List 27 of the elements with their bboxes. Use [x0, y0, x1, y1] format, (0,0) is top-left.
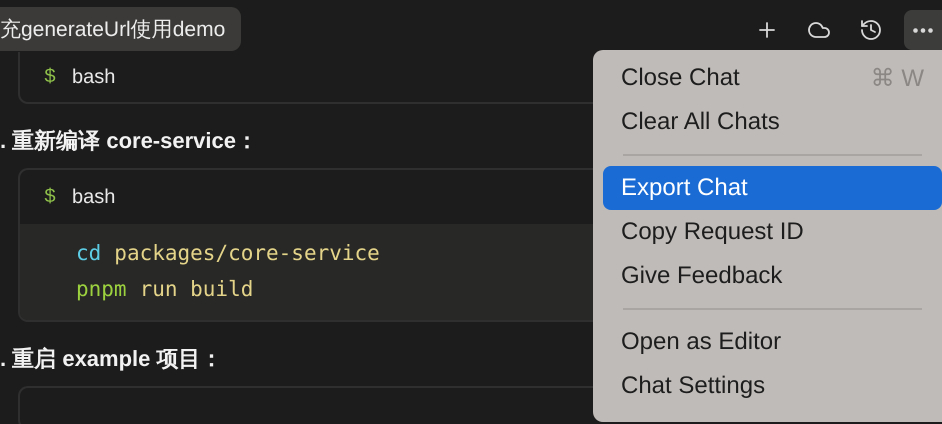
- menu-item[interactable]: Copy Request ID: [603, 210, 942, 254]
- menu-item-label: Chat Settings: [621, 372, 766, 400]
- code-language: bash: [72, 66, 116, 88]
- code-token: pnpm: [76, 276, 127, 303]
- prompt-symbol: $: [44, 66, 56, 88]
- menu-item[interactable]: Give Feedback: [603, 254, 942, 298]
- menu-item-label: Close Chat: [621, 64, 740, 92]
- history-icon: [859, 18, 883, 42]
- prompt-symbol: $: [44, 186, 56, 208]
- menu-item[interactable]: Chat Settings: [603, 364, 942, 408]
- step-heading: . 重启 example 项目：: [0, 345, 223, 373]
- menu-item-label: Give Feedback: [621, 262, 782, 290]
- code-token: packages/core-service: [114, 240, 380, 267]
- code-token: cd: [76, 240, 102, 267]
- more-button[interactable]: [904, 10, 942, 50]
- menu-item[interactable]: Open as Editor: [603, 320, 942, 364]
- menu-item-label: Clear All Chats: [621, 108, 780, 136]
- menu-item[interactable]: Export Chat: [603, 166, 942, 210]
- menu-item[interactable]: Clear All Chats: [603, 100, 942, 144]
- menu-item-label: Open as Editor: [621, 328, 782, 356]
- chat-title[interactable]: 充generateUrl使用demo: [0, 7, 242, 51]
- menu-item-label: Export Chat: [621, 174, 748, 202]
- menu-item-label: Copy Request ID: [621, 218, 804, 246]
- more-icon: [913, 28, 933, 32]
- step-heading: . 重新编译 core-service：: [0, 127, 258, 155]
- code-language: bash: [72, 186, 116, 208]
- code-token: run build: [140, 276, 254, 303]
